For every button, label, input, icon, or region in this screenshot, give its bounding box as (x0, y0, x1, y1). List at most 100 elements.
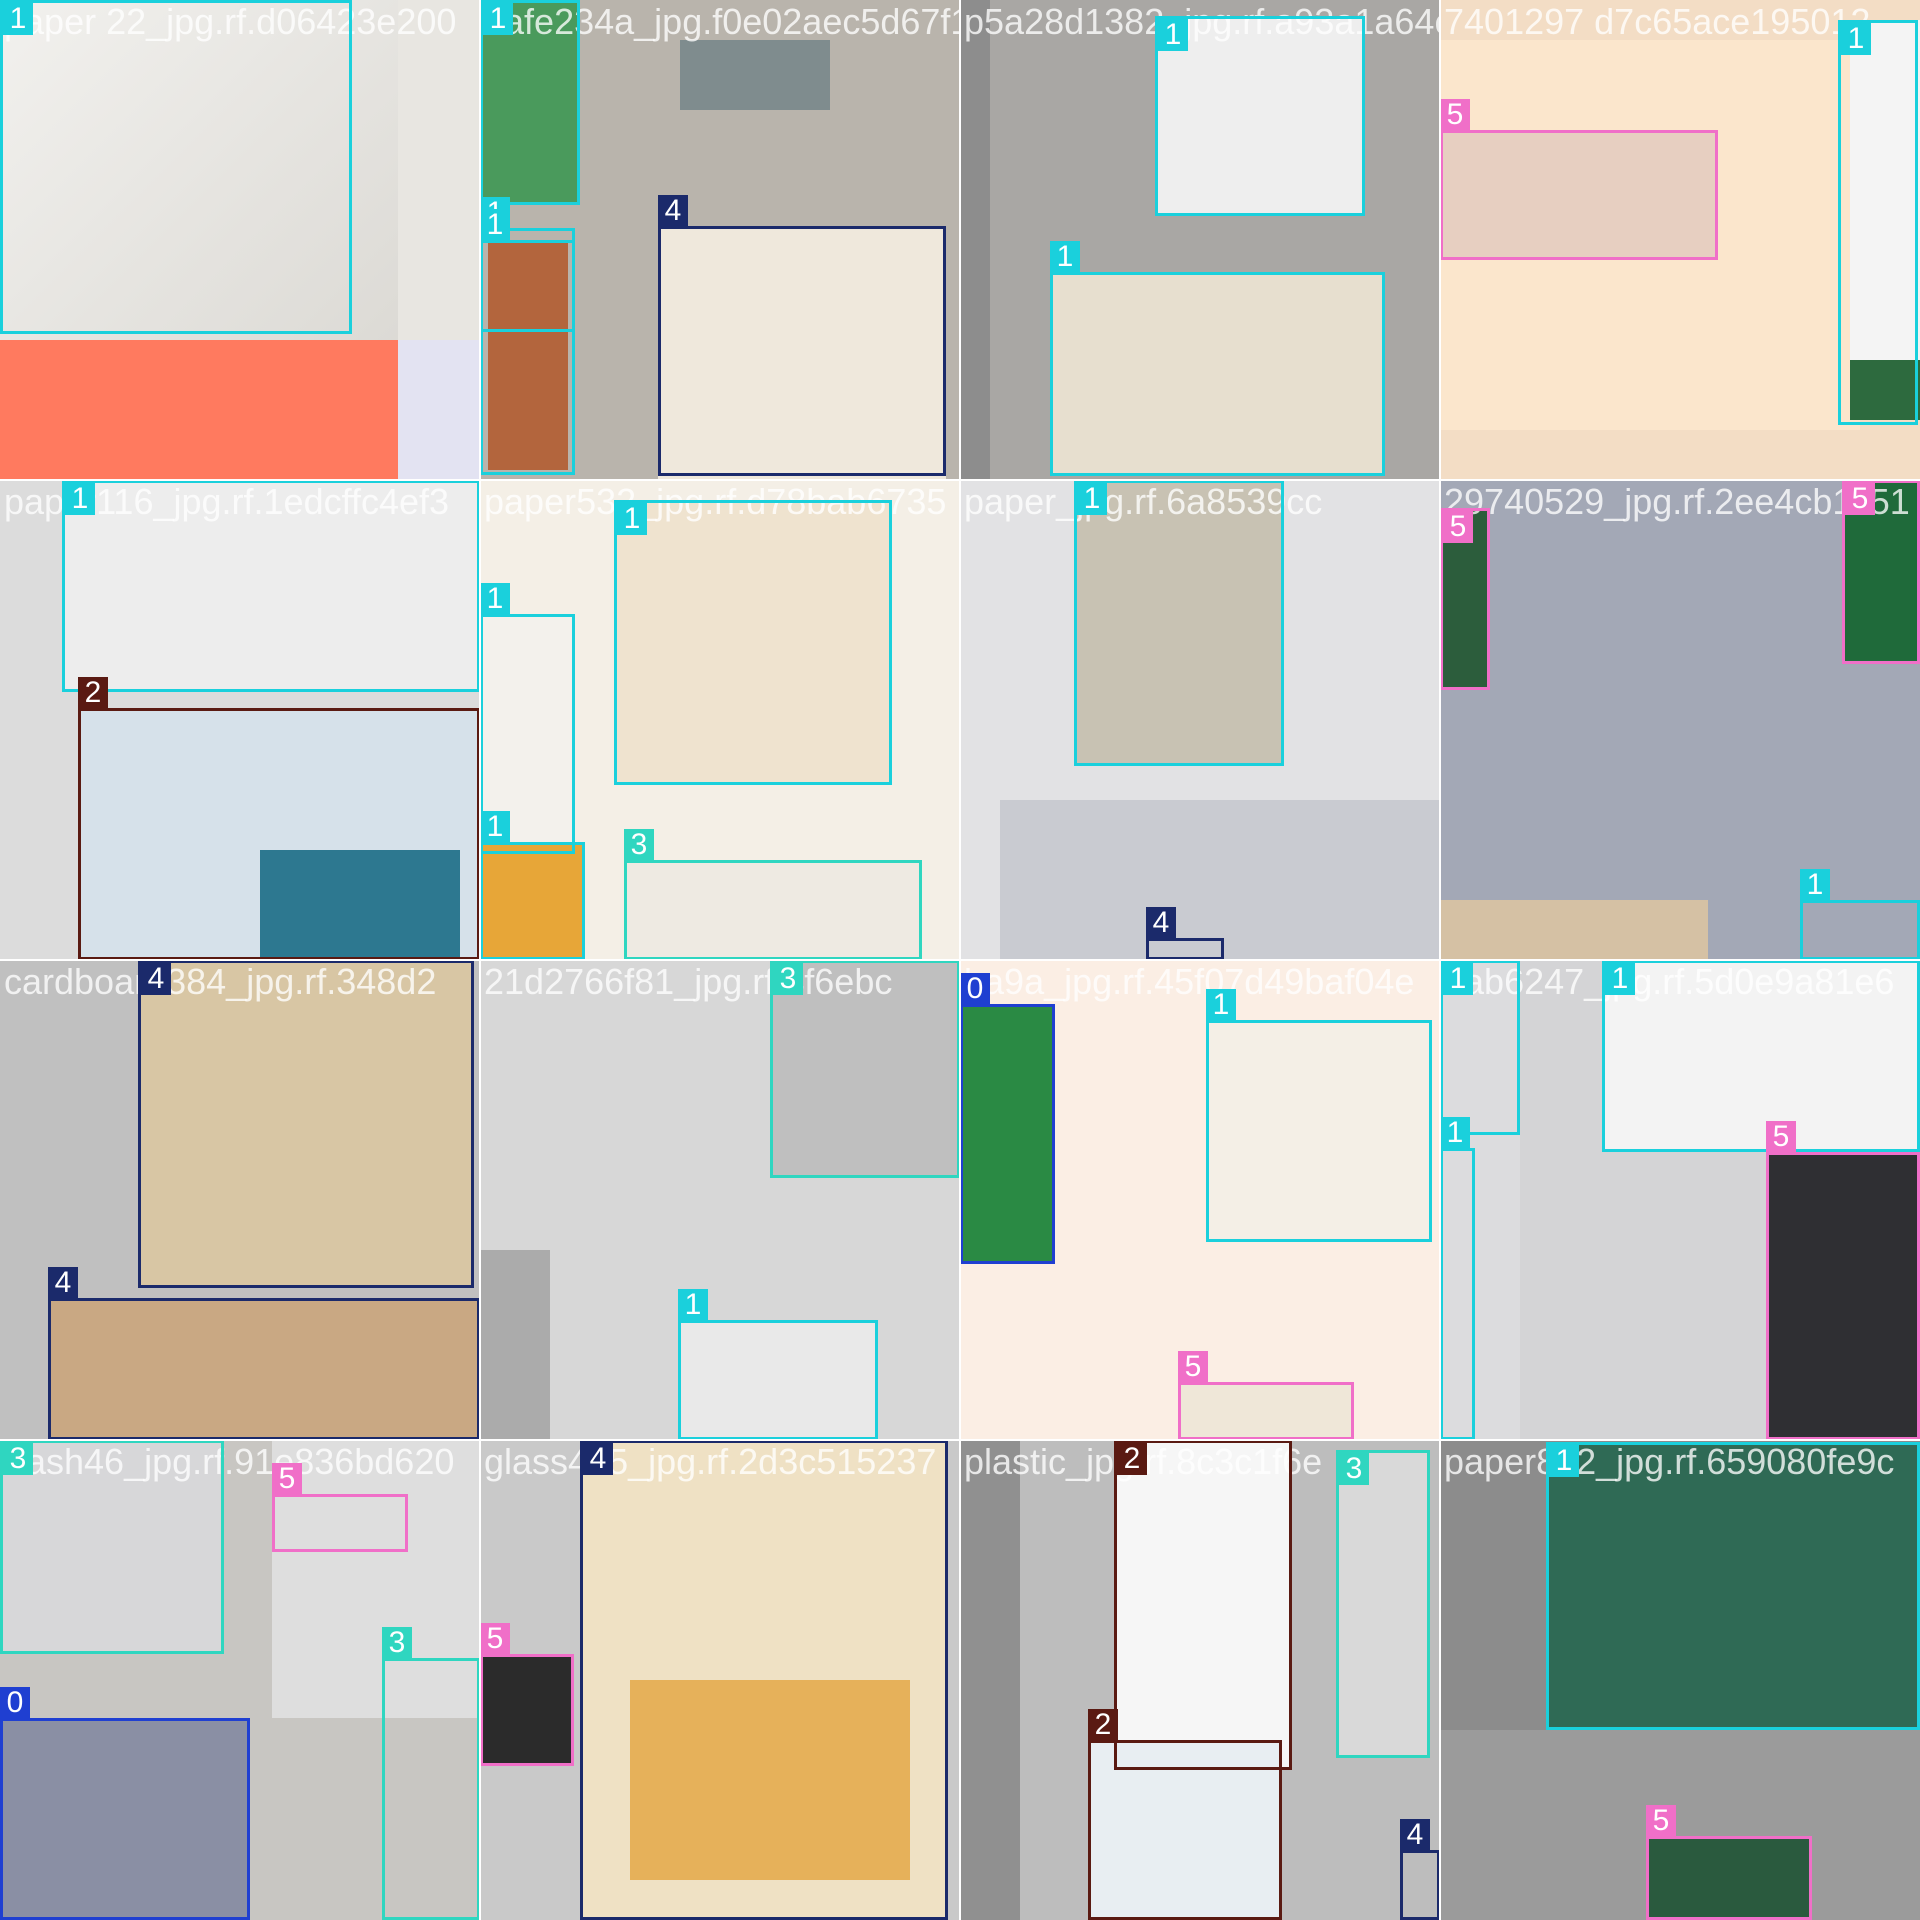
class-label: 5 (1440, 99, 1470, 131)
detection-box: 3 (1336, 1450, 1430, 1758)
detection-box: 1 (480, 0, 580, 205)
detection-box: 4 (580, 1440, 948, 1920)
photo-region (398, 340, 480, 480)
class-label: 5 (1646, 1805, 1676, 1837)
image-tile: glass475_jpg.rf.2d3c515237 4 5 (480, 1440, 960, 1920)
detection-box: 3 (770, 960, 960, 1178)
detection-box: 1 (1800, 869, 1920, 960)
detection-box: 4 (658, 195, 946, 476)
image-tile: plastic_jpg.rf.8c3c1f6e2324 (960, 1440, 1440, 1920)
class-label: 2 (1117, 1443, 1147, 1475)
detection-box: 5 (272, 1463, 408, 1552)
image-tile: trash46_jpg.rf.91e836bd620 3 5 0 3 (0, 1440, 480, 1920)
class-label: 5 (1845, 483, 1875, 515)
grid-divider (0, 1439, 1920, 1441)
class-label: 1 (483, 3, 513, 35)
class-label: 4 (1400, 1819, 1430, 1851)
detection-box: 1 (1155, 16, 1365, 216)
class-label: 0 (960, 973, 990, 1005)
class-label: 4 (141, 963, 171, 995)
detection-box: 1 (1602, 960, 1920, 1152)
image-tile: 29740529_jpg.rf.2ee4cb1151 5 5 1 (1440, 480, 1920, 960)
class-label: 5 (1178, 1351, 1208, 1383)
image-tile: paper 22_jpg.rf.d06423e200 1 (0, 0, 480, 480)
detection-box: 2 (1088, 1709, 1282, 1920)
class-label: 4 (583, 1443, 613, 1475)
image-tile: 1ab6247_jpg.rf.5d0e9a81e6 1 1 1 5 (1440, 960, 1920, 1440)
image-tile: p5a28d1382_jpg.rf.a93a1a64c 1 1 (960, 0, 1440, 480)
detection-box: 2 (78, 677, 480, 960)
detection-box: 5 (1842, 480, 1920, 664)
photo-region (480, 1250, 550, 1440)
class-label: 1 (480, 583, 510, 615)
class-label: 1 (1841, 23, 1871, 55)
detection-box: 1 (678, 1289, 878, 1440)
class-label: 1 (1443, 963, 1473, 995)
detection-box: 4 (48, 1267, 480, 1440)
detection-box: 3 (624, 829, 922, 960)
class-label: 1 (1077, 483, 1107, 515)
detection-box: 0 (0, 1687, 250, 1920)
tile-filename: ba9a_jpg.rf.45f07d49baf04e (964, 961, 1415, 1002)
class-label: 5 (480, 1623, 510, 1655)
tile-filename: 7401297 d7c65ace195012 (1444, 1, 1871, 42)
detection-box: 5 (1766, 1121, 1920, 1440)
class-label: 0 (0, 1687, 30, 1719)
detection-mosaic: paper 22_jpg.rf.d06423e200 1 1afe234a_jpg.… (0, 0, 1920, 1920)
detection-box: 5 (1440, 99, 1718, 260)
class-label: 1 (678, 1289, 708, 1321)
class-label: 1 (1605, 963, 1635, 995)
image-tile: paper116_jpg.rf.1edcffc4ef3 1 2 (0, 480, 480, 960)
photo-region (1000, 800, 1440, 960)
image-tile: 21d2766f81_jpg.rf.4f6ebc 3 1 (480, 960, 960, 1440)
class-label: 1 (617, 503, 647, 535)
class-label: 2 (78, 677, 108, 709)
detection-box: 4 (1146, 907, 1224, 960)
photo-region (680, 40, 830, 110)
photo-region (0, 340, 398, 480)
class-label: 2 (1088, 1709, 1118, 1741)
class-label: 4 (658, 195, 688, 227)
image-tile: ba9a_jpg.rf.45f07d49baf04e 0 1 5 (960, 960, 1440, 1440)
class-label: 3 (1339, 1453, 1369, 1485)
grid-divider (0, 959, 1920, 961)
detection-box: 1 (480, 209, 575, 475)
grid-divider (1439, 0, 1441, 1920)
class-label: 1 (480, 209, 510, 241)
detection-box: 1 (62, 480, 480, 692)
class-label: 3 (624, 829, 654, 861)
photo-region (960, 1440, 1020, 1920)
detection-box: 1 (1440, 960, 1520, 1135)
detection-box: 3 (0, 1440, 224, 1654)
detection-box: 1 (614, 500, 892, 785)
class-label: 1 (480, 811, 510, 843)
image-tile: 7401297 d7c65ace195012 5 1 (1440, 0, 1920, 480)
class-label: 5 (272, 1463, 302, 1495)
class-label: 1 (1050, 241, 1080, 273)
detection-box: 1 (1050, 241, 1385, 476)
tile-filename: 29740529_jpg.rf.2ee4cb1151 (1444, 481, 1910, 522)
class-label: 4 (48, 1267, 78, 1299)
detection-box: 4 (1400, 1819, 1440, 1920)
detection-box: 5 (480, 1623, 574, 1766)
detection-box: 1 (1546, 1442, 1920, 1730)
image-tile: paper802_jpg.rf.659080fe9c 1 5 (1440, 1440, 1920, 1920)
image-tile: paper532_jpg.rf.d78bab6735 1 1 1 3 (480, 480, 960, 960)
image-tile: paper_jpg.rf.6a8539cc 1 4 (960, 480, 1440, 960)
detection-box: 4 (138, 960, 474, 1288)
class-label: 1 (1206, 989, 1236, 1021)
detection-box: 1 (1440, 1117, 1475, 1440)
detection-box: 1 (0, 0, 352, 334)
class-label: 4 (1146, 907, 1176, 939)
class-label: 1 (1549, 1445, 1579, 1477)
detection-box: 5 (1646, 1805, 1812, 1920)
image-tile: 1afe234a_jpg.f0e02aec5d67f11114 (480, 0, 960, 480)
detection-box: 1 (1838, 20, 1918, 425)
class-label: 3 (382, 1627, 412, 1659)
photo-region (960, 0, 990, 480)
detection-box: 1 (480, 811, 585, 960)
class-label: 1 (3, 3, 33, 35)
image-tile: cardboard384_jpg.rf.348d2 4 4 (0, 960, 480, 1440)
class-label: 1 (1800, 869, 1830, 901)
detection-box: 1 (1206, 989, 1432, 1242)
